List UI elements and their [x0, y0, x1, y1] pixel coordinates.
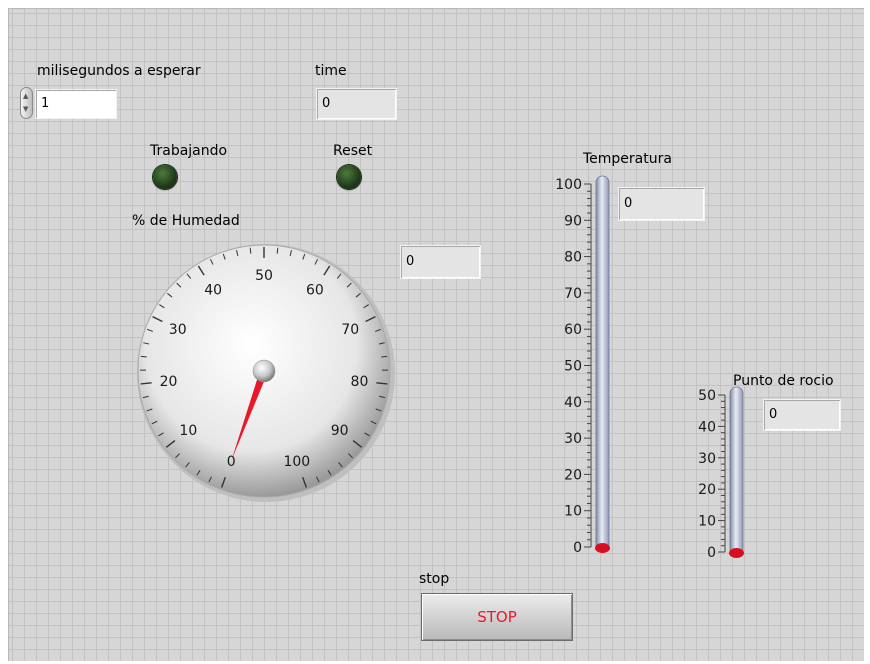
stop-label: stop: [419, 571, 450, 587]
scale-tick-label: 0: [707, 545, 716, 561]
scale-tick-label: 50: [564, 359, 582, 375]
gauge-hub: [252, 359, 276, 383]
ms-wait-spinner[interactable]: ▲ ▼: [20, 87, 33, 119]
gauge-tick-label: 0: [227, 454, 236, 470]
scale-tick-label: 100: [555, 177, 582, 193]
increment-arrow-icon[interactable]: ▲: [23, 93, 28, 100]
thermometer-tube: [729, 386, 744, 557]
gauge-minor-tick: [381, 355, 388, 358]
front-panel: milisegundos a esperar ▲ ▼ 1 time 0 Trab…: [8, 8, 864, 661]
gauge-tick-label: 70: [341, 322, 359, 338]
scale-tick-label: 90: [564, 213, 582, 229]
decrement-arrow-icon[interactable]: ▼: [23, 106, 28, 113]
gauge-tick-label: 80: [351, 374, 369, 390]
gauge-tick-label: 60: [306, 283, 324, 299]
temperature-thermometer: 0 10 20 30 40 50 60 70 80 90 100: [555, 175, 610, 556]
scale-tick-label: 20: [698, 482, 716, 498]
scale-tick-label: 0: [573, 540, 582, 556]
time-indicator: 0: [316, 88, 397, 120]
reset-led-icon[interactable]: [337, 165, 361, 189]
thermometer-bulb: [595, 543, 610, 553]
ms-wait-label: milisegundos a esperar: [37, 63, 201, 79]
stop-button-text: STOP: [477, 608, 517, 626]
scale-tick-label: 40: [698, 419, 716, 435]
scale-tick-label: 40: [564, 395, 582, 411]
scale-tick-label: 10: [564, 504, 582, 520]
gauge-tick-label: 10: [179, 423, 197, 439]
humidity-label: % de Humedad: [132, 213, 240, 229]
scale-tick-label: 20: [564, 467, 582, 483]
humidity-readout: 0: [400, 245, 481, 279]
humidity-gauge[interactable]: 0 10 20 30 40 50 60 70 80 90 100: [135, 242, 397, 504]
stop-button[interactable]: STOP: [421, 593, 573, 641]
temperature-readout: 0: [618, 187, 705, 221]
gauge-minor-tick: [249, 247, 252, 254]
thermometer-bulb: [729, 548, 744, 558]
scale-tick-label: 50: [698, 388, 716, 404]
scale-tick-label: 70: [564, 286, 582, 302]
gauge-minor-tick: [140, 355, 147, 358]
gauge-tick-label: 100: [283, 454, 310, 470]
temperature-label: Temperatura: [583, 151, 672, 167]
gauge-tick-label: 40: [204, 283, 222, 299]
reset-label: Reset: [333, 143, 373, 159]
gauge-tick-label: 20: [160, 374, 178, 390]
gauge-tick-label: 50: [255, 268, 273, 284]
scale-tick-label: 30: [698, 451, 716, 467]
ms-wait-input[interactable]: 1: [35, 89, 117, 119]
dew-point-readout: 0: [763, 399, 841, 431]
dew-point-thermometer: 0 10 20 30 40 50: [698, 386, 744, 561]
working-led-icon[interactable]: [153, 165, 177, 189]
gauge-minor-tick: [276, 247, 279, 254]
gauge-tick-label: 90: [331, 423, 349, 439]
gauge-tick-label: 30: [169, 322, 187, 338]
scale-tick-label: 10: [698, 514, 716, 530]
thermometer-tube: [595, 175, 610, 552]
scale-tick-label: 60: [564, 322, 582, 338]
time-label: time: [315, 63, 347, 79]
scale-tick-label: 80: [564, 250, 582, 266]
scale-tick-label: 30: [564, 431, 582, 447]
working-label: Trabajando: [150, 143, 228, 159]
